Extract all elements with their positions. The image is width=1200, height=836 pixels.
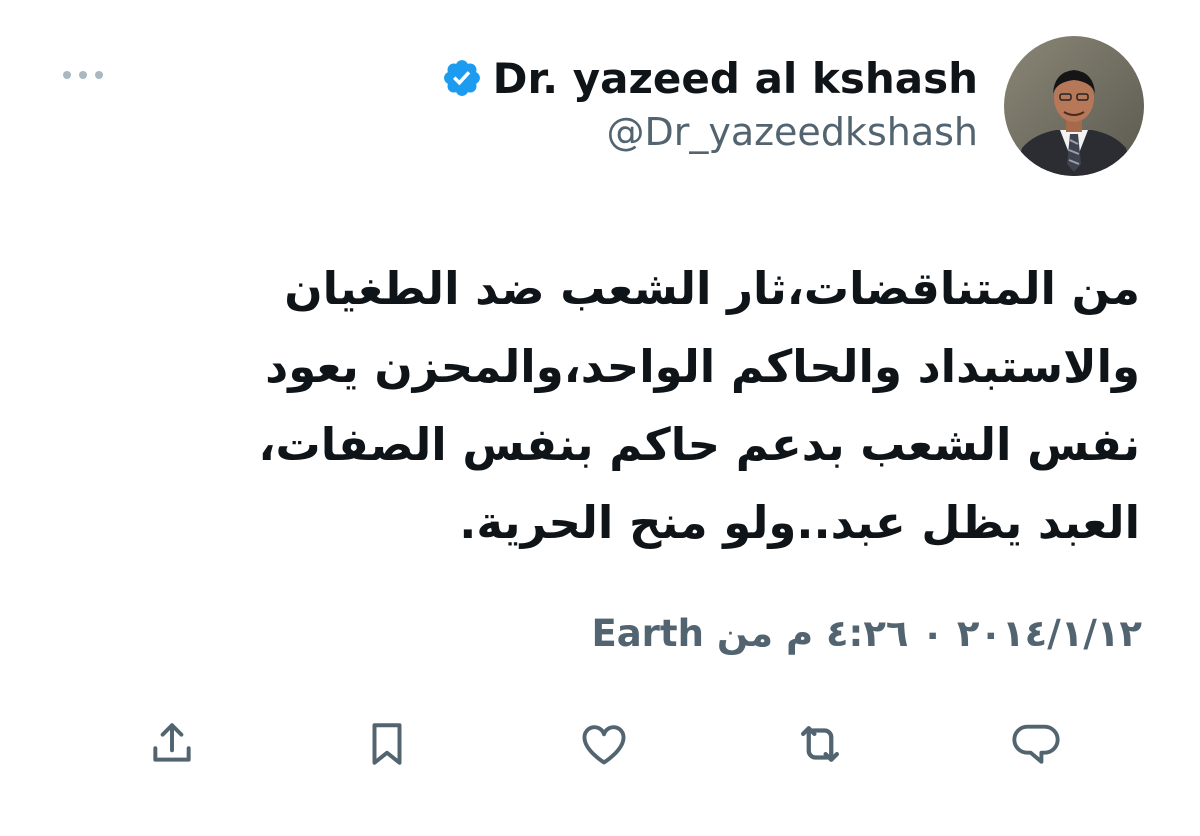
author-info: Dr. yazeed al kshash @Dr_yazeedkshash [441,50,978,154]
tweet-date[interactable]: ٢٠١٤/١/١٢ [957,612,1142,655]
share-icon [153,723,191,762]
retweet-button[interactable] [788,712,852,776]
tweet-text: من المتناقضات،ثار الشعب ضد الطغيان والاس… [100,250,1140,562]
meta-separator: ٠ [921,612,944,655]
source-prefix: من [716,612,774,655]
author-handle[interactable]: @Dr_yazeedkshash [441,110,978,154]
tweet-metadata: ٢٠١٤/١/١٢ ٠ ٤:٢٦ م من Earth [591,612,1142,655]
tweet-text-line: والاستبداد والحاكم الواحد،والمحزن يعود [265,340,1140,393]
retweet-icon [800,726,840,762]
like-button[interactable] [572,712,636,776]
share-button[interactable] [140,712,204,776]
action-bar [0,712,1200,776]
reply-icon [1012,724,1060,764]
more-options-button[interactable] [56,58,110,92]
bookmark-icon [372,723,402,765]
tweet-text-line: العبد يظل عبد..ولو منح الحرية. [459,496,1140,549]
more-dots-icon [63,71,103,79]
tweet-text-line: نفس الشعب بدعم حاكم بنفس الصفات، [258,418,1140,471]
author-name-row: Dr. yazeed al kshash [441,50,978,106]
author-display-name[interactable]: Dr. yazeed al kshash [493,54,978,103]
bookmark-button[interactable] [355,712,419,776]
reply-button[interactable] [1004,712,1068,776]
heart-icon [582,725,626,765]
tweet-time[interactable]: ٤:٢٦ م [786,612,909,655]
tweet-card: Dr. yazeed al kshash @Dr_yazeedkshash من… [0,0,1200,836]
verified-badge-icon [441,57,483,99]
avatar[interactable] [1004,36,1144,176]
tweet-text-line: من المتناقضات،ثار الشعب ضد الطغيان [284,262,1140,315]
tweet-source[interactable]: Earth [591,612,704,655]
